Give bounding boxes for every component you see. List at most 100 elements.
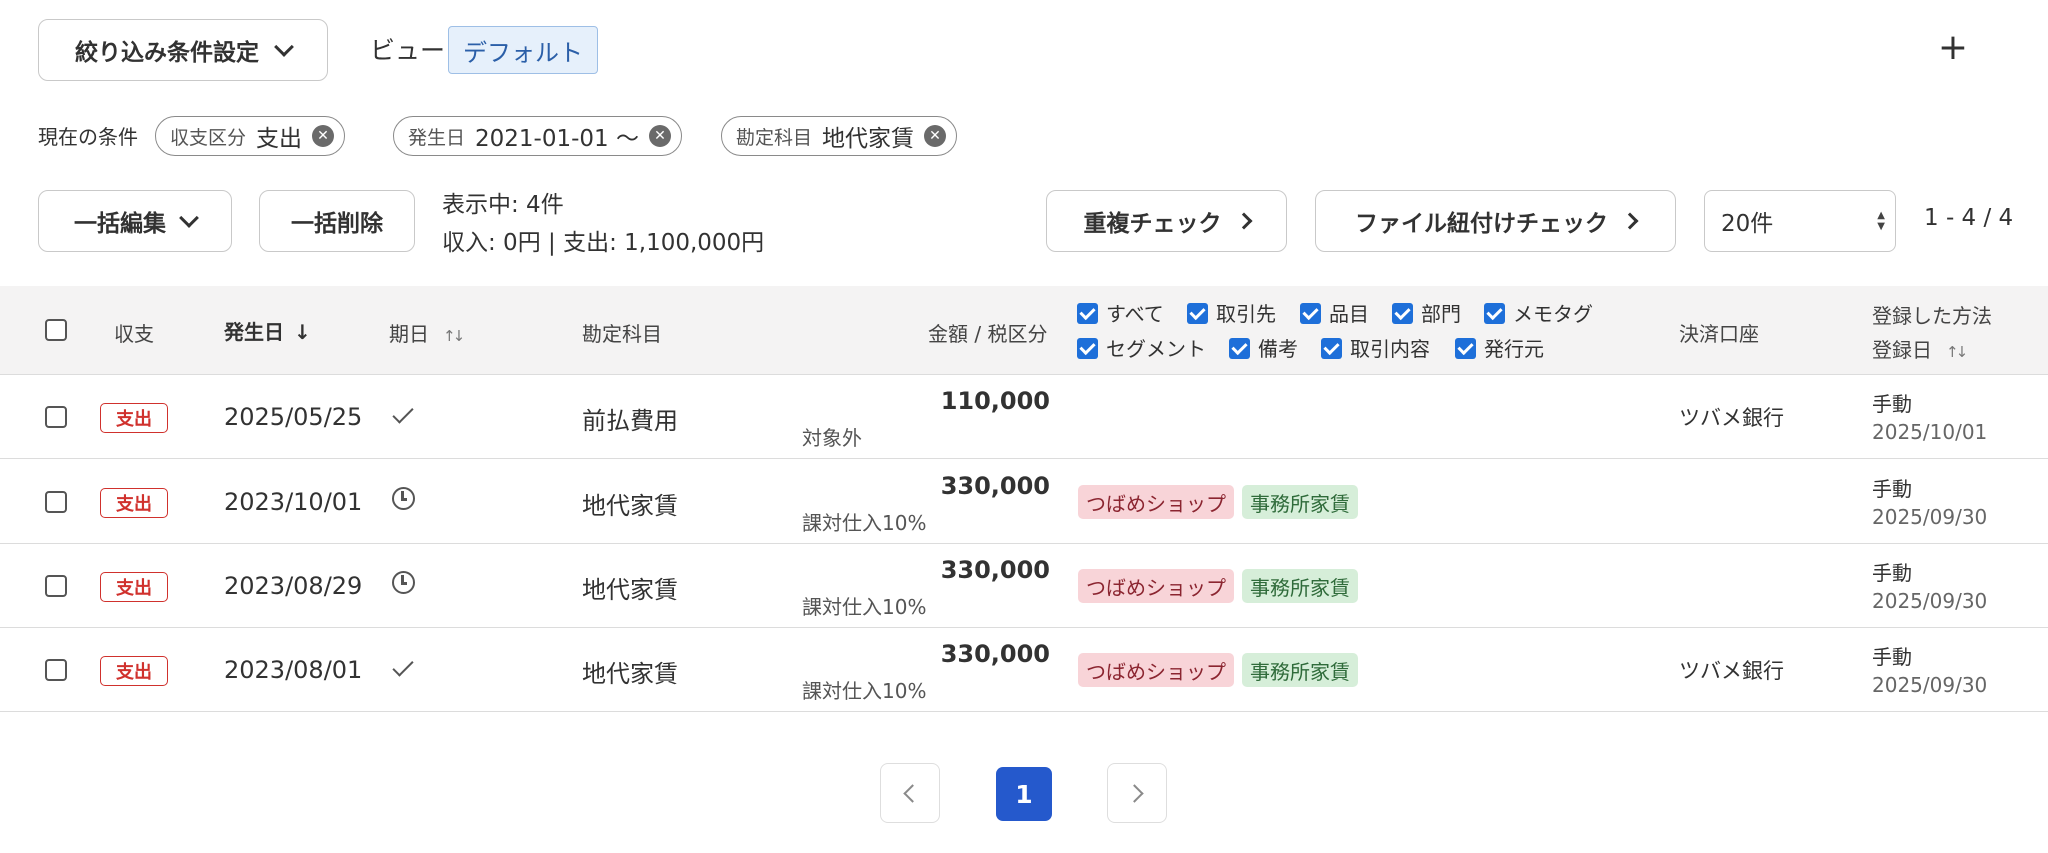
column-option-description[interactable]: 取引内容 (1321, 333, 1430, 362)
header-type: 収支 (114, 322, 154, 346)
header-reg-date[interactable]: 登録日 ↑↓ (1872, 334, 1968, 363)
column-option-partner[interactable]: 取引先 (1187, 298, 1276, 327)
option-label: 品目 (1329, 302, 1369, 326)
option-label: 取引先 (1216, 302, 1276, 326)
table-header: 収支 発生日 ↓ 期日 ↑↓ 勘定科目 金額 / 税区分 すべて 取引先 品目 部門… (0, 286, 2048, 375)
check-icon (392, 402, 414, 424)
file-link-check-label: ファイル紐付けチェック (1355, 211, 1608, 237)
row-account: 地代家賃 (582, 576, 678, 604)
row-tax: 課対仕入10% (802, 595, 927, 619)
chevron-left-icon (903, 783, 922, 803)
add-view-button[interactable]: + (1928, 22, 1978, 72)
filter-settings-button[interactable]: 絞り込み条件設定 (38, 19, 328, 81)
row-method: 手動 (1872, 561, 1912, 585)
row-checkbox[interactable] (45, 659, 67, 681)
header-bank: 決済口座 (1679, 322, 1759, 346)
prev-page-button[interactable] (880, 763, 940, 823)
sort-icon: ↑↓ (1946, 343, 1968, 361)
duplicate-check-button[interactable]: 重複チェック (1046, 190, 1287, 252)
checkbox-checked-icon (1077, 338, 1098, 359)
condition-value: 支出 (256, 126, 303, 152)
totals-text: 収入: 0円 | 支出: 1,100,000円 (442, 230, 765, 256)
column-option-all[interactable]: すべて (1077, 298, 1164, 327)
chevron-right-icon (1621, 212, 1639, 230)
partner-tag: つばめショップ (1078, 485, 1234, 519)
select-arrows-icon: ▲ ▼ (1877, 210, 1885, 232)
column-option-issuer[interactable]: 発行元 (1455, 333, 1544, 362)
row-checkbox[interactable] (45, 406, 67, 428)
view-selector[interactable]: デフォルト (448, 26, 598, 74)
duplicate-check-label: 重複チェック (1083, 211, 1222, 237)
row-date: 2023/10/01 (224, 488, 363, 516)
row-method: 手動 (1872, 477, 1912, 501)
checkbox-checked-icon (1077, 303, 1098, 324)
row-amount: 330,000 (940, 640, 1050, 668)
table-row[interactable]: 支出 2023/08/29 地代家賃 330,000 課対仕入10% つばめショ… (0, 544, 2048, 628)
row-tax: 課対仕入10% (802, 679, 927, 703)
row-tax: 対象外 (802, 426, 862, 450)
partner-tag: つばめショップ (1078, 569, 1234, 603)
table-row[interactable]: 支出 2023/08/01 地代家賃 330,000 課対仕入10% つばめショ… (0, 628, 2048, 712)
header-due[interactable]: 期日 ↑↓ (389, 318, 465, 347)
row-bank: ツバメ銀行 (1679, 659, 1784, 683)
condition-value: 2021-01-01 〜 (475, 126, 639, 152)
condition-chip-date: 発生日 2021-01-01 〜 ✕ (393, 116, 682, 156)
row-reg-date: 2025/09/30 (1872, 589, 1988, 613)
item-tag: 事務所家賃 (1242, 485, 1358, 519)
checkbox-checked-icon (1484, 303, 1505, 324)
sort-icon: ↑↓ (443, 327, 465, 345)
row-checkbox[interactable] (45, 491, 67, 513)
header-method: 登録した方法 (1872, 304, 1992, 328)
chevron-right-icon (1125, 783, 1144, 803)
condition-key: 収支区分 (170, 126, 247, 149)
table-row[interactable]: 支出 2025/05/25 前払費用 110,000 対象外 ツバメ銀行 手動 … (0, 375, 2048, 459)
checkbox-checked-icon (1321, 338, 1342, 359)
column-option-note[interactable]: 備考 (1229, 333, 1298, 362)
header-amount: 金額 / 税区分 (928, 322, 1048, 346)
check-icon (392, 655, 414, 677)
type-badge: 支出 (100, 656, 168, 686)
row-reg-date: 2025/09/30 (1872, 673, 1988, 697)
next-page-button[interactable] (1107, 763, 1167, 823)
checkbox-checked-icon (1392, 303, 1413, 324)
row-bank: ツバメ銀行 (1679, 406, 1784, 430)
row-amount: 110,000 (940, 387, 1050, 415)
column-option-item[interactable]: 品目 (1300, 298, 1369, 327)
condition-key: 発生日 (408, 126, 466, 149)
remove-condition-icon[interactable]: ✕ (649, 125, 671, 147)
checkbox-checked-icon (1187, 303, 1208, 324)
type-badge: 支出 (100, 572, 168, 602)
type-badge: 支出 (100, 403, 168, 433)
row-checkbox[interactable] (45, 575, 67, 597)
select-all-checkbox[interactable] (45, 319, 67, 341)
row-account: 前払費用 (582, 407, 678, 435)
item-tag: 事務所家賃 (1242, 653, 1358, 687)
option-label: メモタグ (1513, 302, 1593, 326)
page-1-button[interactable]: 1 (996, 767, 1052, 821)
file-link-check-button[interactable]: ファイル紐付けチェック (1315, 190, 1676, 252)
column-option-segment[interactable]: セグメント (1077, 333, 1206, 362)
header-date[interactable]: 発生日 ↓ (224, 316, 311, 345)
header-reg-date-label: 登録日 (1872, 338, 1932, 362)
column-option-department[interactable]: 部門 (1392, 298, 1461, 327)
checkbox-checked-icon (1229, 338, 1250, 359)
row-amount: 330,000 (940, 472, 1050, 500)
sort-desc-icon: ↓ (294, 320, 311, 344)
row-date: 2023/08/29 (224, 572, 363, 600)
row-account: 地代家賃 (582, 492, 678, 520)
checkbox-checked-icon (1455, 338, 1476, 359)
condition-chip-type: 収支区分 支出 ✕ (155, 116, 346, 156)
result-summary: 表示中: 4件 収入: 0円 | 支出: 1,100,000円 (442, 186, 764, 262)
bulk-edit-button[interactable]: 一括編集 (38, 190, 232, 252)
remove-condition-icon[interactable]: ✕ (924, 125, 947, 147)
table-row[interactable]: 支出 2023/10/01 地代家賃 330,000 課対仕入10% つばめショ… (0, 460, 2048, 544)
per-page-select[interactable]: 20件 ▲ ▼ (1704, 190, 1896, 252)
row-amount: 330,000 (940, 556, 1050, 584)
header-account: 勘定科目 (582, 322, 662, 346)
clock-icon (392, 487, 415, 510)
column-option-memo-tag[interactable]: メモタグ (1484, 298, 1593, 327)
option-label: 備考 (1258, 337, 1298, 361)
remove-condition-icon[interactable]: ✕ (312, 125, 335, 147)
bulk-delete-button[interactable]: 一括削除 (259, 190, 415, 252)
row-reg-date: 2025/09/30 (1872, 505, 1988, 529)
